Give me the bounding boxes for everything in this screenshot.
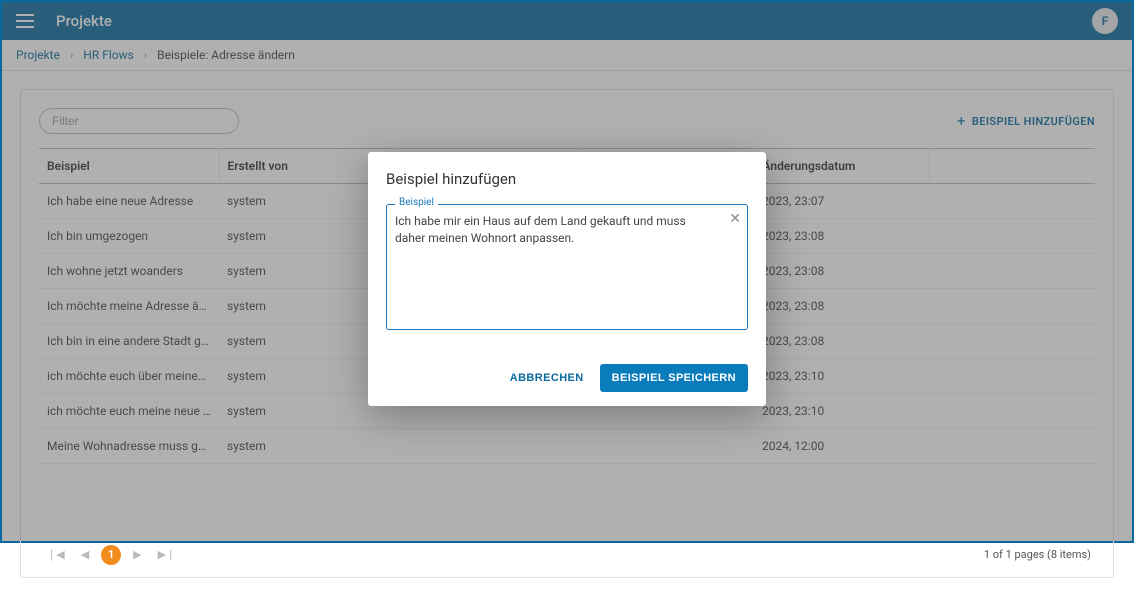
pager-next-icon[interactable]: ▶	[129, 544, 145, 565]
clear-icon[interactable]: ✕	[729, 211, 741, 227]
save-button[interactable]: BEISPIEL SPEICHERN	[600, 364, 748, 392]
field-label: Beispiel	[395, 197, 438, 208]
dialog-title: Beispiel hinzufügen	[386, 170, 748, 188]
pager-current[interactable]: 1	[101, 545, 121, 565]
pager-last-icon[interactable]: ▶❘	[154, 544, 180, 565]
pager-first-icon[interactable]: ❘◀	[43, 544, 69, 565]
pager-prev-icon[interactable]: ◀	[77, 544, 93, 565]
example-textarea[interactable]	[395, 213, 739, 317]
modal-overlay[interactable]: Beispiel hinzufügen Beispiel ✕ ABBRECHEN…	[2, 2, 1132, 541]
example-field: Beispiel ✕	[386, 204, 748, 330]
pager-info: 1 of 1 pages (8 items)	[984, 548, 1091, 561]
pagination: ❘◀ ◀ 1 ▶ ▶❘ 1 of 1 pages (8 items)	[39, 544, 1095, 565]
add-example-dialog: Beispiel hinzufügen Beispiel ✕ ABBRECHEN…	[368, 152, 766, 406]
cancel-button[interactable]: ABBRECHEN	[506, 366, 588, 390]
